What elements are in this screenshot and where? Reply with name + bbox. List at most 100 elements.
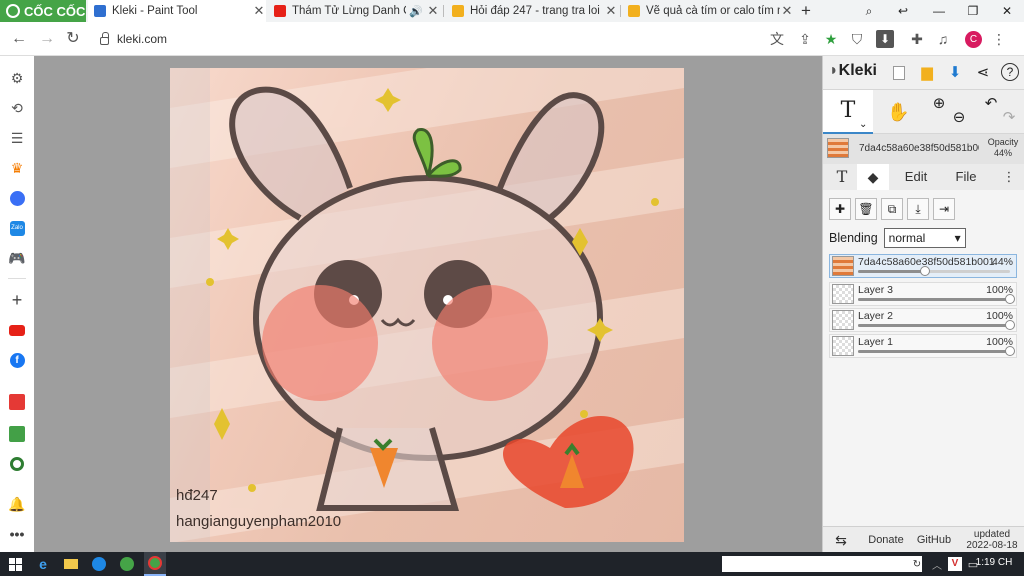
- refresh-icon[interactable]: ↻: [908, 555, 926, 573]
- save-download-icon[interactable]: ⬇: [945, 63, 965, 83]
- close-tab-icon[interactable]: ✕: [426, 3, 440, 19]
- chevron-up-icon[interactable]: ︿: [928, 555, 946, 573]
- tab-hoidap[interactable]: Hỏi đáp 247 - trang tra loi ✕: [446, 0, 618, 22]
- donate-link[interactable]: Donate: [863, 527, 909, 553]
- shopping-icon[interactable]: ♛: [7, 158, 27, 178]
- share-icon[interactable]: ⇪: [796, 30, 814, 48]
- maps-icon[interactable]: [7, 454, 27, 474]
- translate-icon[interactable]: 文: [768, 30, 786, 48]
- avatar[interactable]: C: [965, 31, 982, 48]
- restore-button[interactable]: ❐: [956, 0, 990, 22]
- current-layer-strip[interactable]: 7da4c58a60e38f50d581b00 Opacity 44%: [823, 134, 1024, 164]
- messenger-icon[interactable]: [7, 188, 27, 208]
- layer-opacity-slider[interactable]: [858, 294, 1015, 304]
- new-tab-button[interactable]: +: [796, 0, 816, 22]
- tab-edit[interactable]: Edit: [901, 164, 931, 190]
- close-tab-icon[interactable]: ✕: [780, 3, 794, 19]
- add-icon[interactable]: +: [7, 290, 27, 310]
- blending-select[interactable]: normal ▾: [883, 228, 966, 248]
- new-image-icon[interactable]: [889, 63, 909, 83]
- back-arrow-icon[interactable]: ←: [8, 28, 30, 50]
- tab-kleki[interactable]: Kleki - Paint Tool ✕: [88, 0, 266, 22]
- puzzle-icon[interactable]: ✚: [908, 30, 926, 48]
- help-icon[interactable]: ?: [1001, 63, 1019, 81]
- zoom-out-icon[interactable]: ⊖: [949, 108, 969, 128]
- workspace[interactable]: hđ247 hangianguyenpham2010: [34, 56, 822, 552]
- more-icon[interactable]: •••: [7, 524, 27, 544]
- layer-thumbnail: [832, 284, 854, 304]
- rename-layer-button[interactable]: ⇥: [933, 198, 955, 220]
- speaker-icon[interactable]: 🔊: [409, 5, 423, 18]
- undo-icon[interactable]: ↶: [981, 94, 1001, 114]
- kleki-logo[interactable]: ◗Kleki: [829, 62, 877, 80]
- reload-icon[interactable]: ↻: [62, 28, 84, 50]
- calendar-icon[interactable]: [7, 392, 27, 412]
- coccoc-active-taskbar-icon[interactable]: [144, 552, 166, 576]
- close-tab-icon[interactable]: ✕: [252, 3, 266, 19]
- github-link[interactable]: GitHub: [911, 527, 957, 553]
- hand-tool-icon[interactable]: ✋: [887, 102, 909, 122]
- star-icon[interactable]: ★: [822, 30, 840, 48]
- tab-layers[interactable]: ◆: [857, 164, 889, 190]
- facebook-icon[interactable]: f: [7, 350, 27, 370]
- delete-layer-button[interactable]: 🗑: [855, 198, 877, 220]
- share-icon[interactable]: ⋖: [973, 63, 993, 83]
- more-menu-icon[interactable]: ⋮: [990, 30, 1008, 48]
- taskbar-search-box[interactable]: [722, 556, 922, 572]
- v-app-icon[interactable]: V: [946, 555, 964, 573]
- tab-search-icon[interactable]: ⌕: [852, 0, 886, 22]
- minimize-button[interactable]: —: [922, 0, 956, 22]
- layer-opacity-slider[interactable]: [858, 346, 1015, 356]
- add-layer-button[interactable]: ✚: [829, 198, 851, 220]
- lock-icon[interactable]: [100, 31, 109, 45]
- open-folder-icon[interactable]: ▆: [917, 63, 937, 83]
- edge-icon[interactable]: e: [34, 555, 52, 573]
- shield-icon[interactable]: ⛉: [848, 30, 866, 48]
- media-icon[interactable]: ♫: [934, 30, 952, 48]
- url-text[interactable]: kleki.com: [117, 32, 167, 46]
- redo-icon[interactable]: ↷: [999, 108, 1019, 128]
- slider-handle[interactable]: [919, 266, 930, 276]
- zoom-in-icon[interactable]: ⊕: [929, 94, 949, 114]
- layer-opacity-slider[interactable]: [858, 320, 1015, 330]
- tab-ve-qua[interactable]: Vẽ quả cà tím or calo tím ng ✕: [622, 0, 794, 22]
- layer-opacity-slider[interactable]: [858, 266, 1010, 276]
- coccoc-menu-button[interactable]: CỐC CỐC: [0, 0, 86, 22]
- youtube-icon[interactable]: [7, 320, 27, 340]
- tab-file[interactable]: File: [951, 164, 981, 190]
- notes-icon[interactable]: ☰: [7, 128, 27, 148]
- tab-brush-settings[interactable]: T: [831, 164, 853, 190]
- coccoc-taskbar-icon[interactable]: [118, 555, 136, 573]
- layer-opacity: 44%: [991, 256, 1013, 268]
- settings-icon[interactable]: ⚙: [7, 68, 27, 88]
- games-icon[interactable]: 🎮: [7, 248, 27, 268]
- zalo-taskbar-icon[interactable]: [90, 555, 108, 573]
- close-window-button[interactable]: ✕: [990, 0, 1024, 22]
- layer-row[interactable]: Layer 3 100%: [829, 282, 1017, 306]
- slider-handle[interactable]: [1005, 320, 1015, 330]
- duplicate-layer-button[interactable]: ⧉: [881, 198, 903, 220]
- swap-side-icon[interactable]: ⇆: [823, 527, 859, 553]
- tab-conan[interactable]: Thám Tử Lừng Danh Conan 🔊 ✕: [268, 0, 440, 22]
- forward-arrow-icon[interactable]: →: [36, 28, 58, 50]
- zalo-icon[interactable]: Zalo: [7, 218, 27, 238]
- layer-row[interactable]: Layer 2 100%: [829, 308, 1017, 332]
- more-menu-icon[interactable]: ⋮: [1001, 164, 1017, 190]
- close-tab-icon[interactable]: ✕: [604, 3, 618, 19]
- merge-layer-button[interactable]: ⤓: [907, 198, 929, 220]
- text-tool-button[interactable]: T ⌄: [823, 90, 873, 134]
- download-icon[interactable]: ⬇: [876, 30, 894, 48]
- file-explorer-icon[interactable]: [62, 555, 80, 573]
- slider-handle[interactable]: [1005, 346, 1015, 356]
- coupon-icon[interactable]: [7, 424, 27, 444]
- address-bar[interactable]: kleki.com: [92, 27, 842, 51]
- clock[interactable]: 1:19 CH: [974, 557, 1014, 568]
- drawing-canvas[interactable]: hđ247 hangianguyenpham2010: [170, 68, 684, 542]
- notifications-icon[interactable]: 🔔: [7, 494, 27, 514]
- windows-start-icon[interactable]: [6, 555, 24, 573]
- history-icon[interactable]: ⟲: [7, 98, 27, 118]
- layer-row[interactable]: Layer 1 100%: [829, 334, 1017, 358]
- layer-row[interactable]: 7da4c58a60e38f50d581b001 44%: [829, 254, 1017, 278]
- slider-handle[interactable]: [1005, 294, 1015, 304]
- back-history-icon[interactable]: ↩: [886, 0, 920, 22]
